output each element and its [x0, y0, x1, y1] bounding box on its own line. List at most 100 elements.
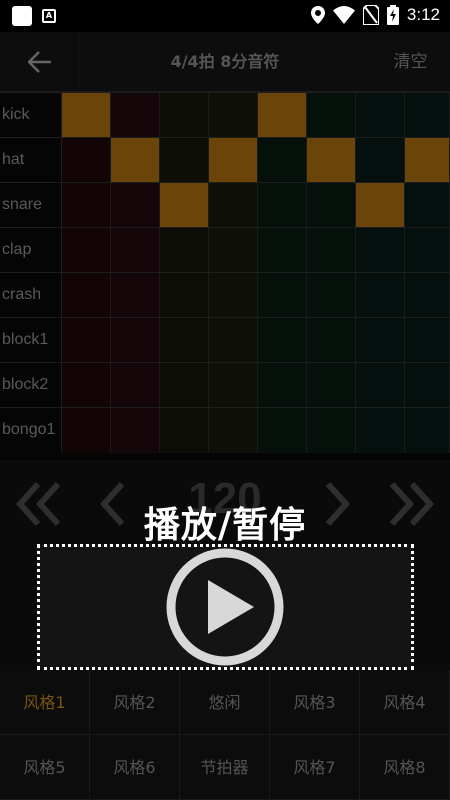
track-label: block1	[0, 318, 62, 363]
step-cell[interactable]	[209, 363, 258, 408]
step-cell[interactable]	[356, 183, 405, 228]
track-row-kick: kick	[0, 92, 450, 138]
step-cell[interactable]	[209, 183, 258, 228]
step-cell[interactable]	[62, 318, 111, 363]
track-label: crash	[0, 273, 62, 318]
step-cell[interactable]	[307, 318, 356, 363]
step-cell[interactable]	[62, 183, 111, 228]
step-cell[interactable]	[307, 228, 356, 273]
track-label: block2	[0, 363, 62, 408]
step-cell[interactable]	[258, 183, 307, 228]
step-cell[interactable]	[62, 363, 111, 408]
step-cell[interactable]	[307, 273, 356, 318]
notification-a-icon: A	[42, 9, 56, 23]
style-button-8[interactable]: 节拍器	[180, 735, 270, 800]
style-button-6[interactable]: 风格5	[0, 735, 90, 800]
step-cell[interactable]	[209, 408, 258, 453]
step-cell[interactable]	[160, 408, 209, 453]
step-cell[interactable]	[160, 183, 209, 228]
step-cell[interactable]	[405, 363, 450, 408]
step-cell[interactable]	[307, 93, 356, 138]
battery-charging-icon	[386, 5, 399, 25]
step-cell[interactable]	[405, 318, 450, 363]
step-cell[interactable]	[405, 183, 450, 228]
track-row-block1: block1	[0, 317, 450, 363]
step-cell[interactable]	[160, 228, 209, 273]
step-cell[interactable]	[160, 318, 209, 363]
no-sim-icon	[362, 5, 379, 25]
play-icon	[166, 548, 284, 666]
step-cell[interactable]	[111, 318, 160, 363]
step-cell[interactable]	[111, 138, 160, 183]
step-cell[interactable]	[62, 93, 111, 138]
step-cell[interactable]	[209, 228, 258, 273]
track-label: hat	[0, 138, 62, 183]
step-cell[interactable]	[258, 363, 307, 408]
step-cell[interactable]	[111, 183, 160, 228]
step-cell[interactable]	[209, 93, 258, 138]
style-button-1[interactable]: 风格1	[0, 670, 90, 735]
step-cell[interactable]	[160, 93, 209, 138]
style-button-9[interactable]: 风格7	[270, 735, 360, 800]
status-bar: A 3:12	[0, 0, 450, 32]
track-label: snare	[0, 183, 62, 228]
track-row-snare: snare	[0, 182, 450, 228]
step-cell[interactable]	[111, 408, 160, 453]
step-cell[interactable]	[356, 273, 405, 318]
step-cell[interactable]	[307, 363, 356, 408]
step-cell[interactable]	[62, 273, 111, 318]
style-button-10[interactable]: 风格8	[360, 735, 450, 800]
step-cell[interactable]	[209, 318, 258, 363]
track-label: clap	[0, 228, 62, 273]
step-cell[interactable]	[62, 138, 111, 183]
track-row-clap: clap	[0, 227, 450, 273]
step-cell[interactable]	[405, 228, 450, 273]
step-cell[interactable]	[356, 363, 405, 408]
step-cell[interactable]	[258, 408, 307, 453]
step-cell[interactable]	[405, 138, 450, 183]
step-cell[interactable]	[111, 273, 160, 318]
style-button-7[interactable]: 风格6	[90, 735, 180, 800]
style-button-5[interactable]: 风格4	[360, 670, 450, 735]
style-button-3[interactable]: 悠闲	[180, 670, 270, 735]
step-cell[interactable]	[258, 228, 307, 273]
clear-button[interactable]: 清空	[370, 32, 450, 92]
step-cell[interactable]	[258, 93, 307, 138]
location-icon	[310, 6, 325, 24]
step-cell[interactable]	[307, 138, 356, 183]
step-cell[interactable]	[111, 363, 160, 408]
back-button[interactable]	[0, 32, 80, 92]
step-cell[interactable]	[356, 408, 405, 453]
step-cell[interactable]	[160, 273, 209, 318]
step-cell[interactable]	[405, 93, 450, 138]
arrow-left-icon	[27, 51, 51, 73]
step-cell[interactable]	[307, 183, 356, 228]
step-cell[interactable]	[405, 273, 450, 318]
step-cell[interactable]	[209, 273, 258, 318]
step-cell[interactable]	[258, 273, 307, 318]
step-cell[interactable]	[209, 138, 258, 183]
step-cell[interactable]	[160, 363, 209, 408]
step-cell[interactable]	[356, 228, 405, 273]
track-row-block2: block2	[0, 362, 450, 408]
page-title: 4/4拍 8分音符	[170, 52, 280, 71]
step-cell[interactable]	[356, 93, 405, 138]
step-cell[interactable]	[356, 138, 405, 183]
step-cell[interactable]	[160, 138, 209, 183]
step-cell[interactable]	[356, 318, 405, 363]
step-cell[interactable]	[62, 228, 111, 273]
wifi-icon	[332, 6, 355, 24]
play-button[interactable]	[166, 548, 284, 666]
track-row-bongo1: bongo1	[0, 407, 450, 453]
step-cell[interactable]	[62, 408, 111, 453]
step-sequencer-grid: kick hat snare clap crash block1 block2 bongo1	[0, 92, 450, 460]
style-button-2[interactable]: 风格2	[90, 670, 180, 735]
step-cell[interactable]	[111, 93, 160, 138]
step-cell[interactable]	[111, 228, 160, 273]
track-row-crash: crash	[0, 272, 450, 318]
step-cell[interactable]	[258, 318, 307, 363]
style-button-4[interactable]: 风格3	[270, 670, 360, 735]
step-cell[interactable]	[307, 408, 356, 453]
step-cell[interactable]	[405, 408, 450, 453]
step-cell[interactable]	[258, 138, 307, 183]
